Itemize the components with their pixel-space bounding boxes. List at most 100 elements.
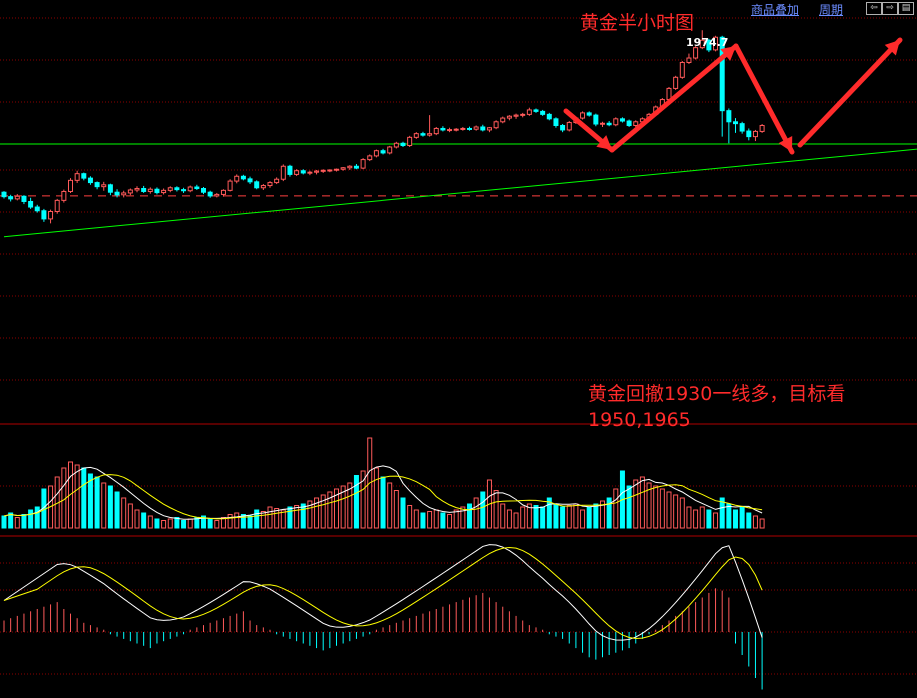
candle-body <box>181 189 187 192</box>
candle-body <box>280 165 286 180</box>
volume-bar <box>746 512 752 529</box>
candle-body <box>540 110 546 115</box>
candle-body <box>486 127 492 131</box>
uptrend-line <box>3 148 917 238</box>
volume-bar <box>613 488 619 529</box>
candle-body <box>134 188 140 191</box>
candle-body <box>87 177 93 184</box>
volume-bar <box>387 482 393 529</box>
candle-body <box>300 170 306 174</box>
candle-body <box>513 114 519 117</box>
volume-bar <box>127 503 133 529</box>
volume-bar <box>713 512 719 529</box>
candle-body <box>686 57 692 63</box>
candle-body <box>121 192 127 196</box>
candle-body <box>48 210 54 220</box>
volume-bar <box>247 515 253 529</box>
candle-body <box>320 169 326 172</box>
volume-bar <box>167 518 173 529</box>
candle-body <box>746 130 752 138</box>
volume-bar <box>759 518 765 529</box>
volume-bar <box>520 506 526 529</box>
volume-bar <box>427 511 433 529</box>
candle-body <box>593 114 599 125</box>
candle-body <box>387 146 393 154</box>
volume-bar <box>653 485 659 529</box>
volume-bar <box>34 506 40 529</box>
candle-body <box>294 170 300 175</box>
candle-body <box>68 179 73 192</box>
candle-body <box>74 173 80 181</box>
candle-body <box>194 186 200 190</box>
volume-bar <box>121 497 127 529</box>
red-arrow-shaft <box>609 43 739 153</box>
candle-body <box>546 113 552 120</box>
volume-bar <box>181 520 187 529</box>
candle-body <box>580 112 586 119</box>
candle-body <box>287 165 293 175</box>
volume-bar <box>480 491 486 529</box>
candle-body <box>533 109 539 112</box>
volume-bar <box>739 506 745 529</box>
candle-body <box>679 61 685 78</box>
volume-bar <box>513 512 519 529</box>
candle-body <box>752 130 758 138</box>
grid-lines <box>0 17 917 675</box>
red-arrow-shaft <box>733 43 795 155</box>
volume-bar <box>1 515 7 529</box>
candle-body <box>500 117 506 123</box>
volume-bar <box>586 506 592 529</box>
annotation-arrows <box>563 37 903 155</box>
volume-bar <box>693 509 699 529</box>
candle-body <box>473 126 479 130</box>
candle-body <box>553 118 559 126</box>
volume-bar <box>87 473 93 529</box>
candle-body <box>759 124 765 132</box>
volume-bar <box>81 467 87 529</box>
candle-body <box>254 181 260 189</box>
candle-body <box>626 120 632 126</box>
grid-icon[interactable]: ▤ <box>898 2 914 15</box>
candle-body <box>586 112 592 116</box>
volume-bar <box>61 467 67 529</box>
candle-body <box>220 189 226 195</box>
candle-body <box>247 178 253 183</box>
volume-bar <box>420 512 426 529</box>
period-button[interactable]: 周期 <box>819 1 843 18</box>
volume-bar <box>407 505 413 529</box>
volume-bar <box>573 503 579 529</box>
volume-bar <box>134 509 140 529</box>
candle-body <box>101 184 107 188</box>
volume-bar <box>161 520 167 529</box>
candle-body <box>1 191 7 198</box>
candle-body <box>307 171 313 174</box>
candle-body <box>61 190 67 201</box>
volume-bar <box>626 485 632 529</box>
candle-body <box>327 169 333 172</box>
volume-bar <box>580 509 586 529</box>
volume-bar <box>28 509 34 529</box>
volume-bar <box>260 511 266 529</box>
candle-body <box>147 188 153 192</box>
volume-bar <box>413 509 419 529</box>
volume-bar <box>380 476 386 529</box>
red-arrow-shaft <box>797 37 903 148</box>
candle-body <box>440 127 446 131</box>
candle-body <box>467 127 472 130</box>
candle-body <box>427 133 433 136</box>
candle-body <box>613 118 619 126</box>
candle-body <box>520 113 526 116</box>
candle-body <box>161 189 167 194</box>
chart-title: 黄金半小时图 <box>580 12 695 34</box>
candle-body <box>380 150 386 154</box>
volume-bar <box>101 482 107 529</box>
volume-bar <box>227 514 233 529</box>
overlay-button[interactable]: 商品叠加 <box>751 1 799 18</box>
volume-bar <box>566 505 572 529</box>
arrow-right-icon[interactable]: ⇨ <box>882 2 898 15</box>
candle-body <box>54 199 60 212</box>
volume-bar <box>639 476 645 529</box>
candle-body <box>493 121 499 129</box>
volume-bar <box>433 509 439 529</box>
arrow-left-icon[interactable]: ⇦ <box>866 2 882 15</box>
